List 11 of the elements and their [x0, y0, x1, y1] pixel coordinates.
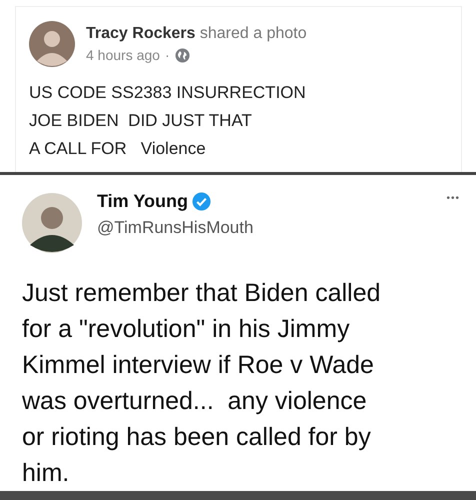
- globe-icon: [174, 48, 190, 62]
- post-time[interactable]: 4 hours ago: [86, 47, 160, 63]
- separator-dot: ·: [164, 47, 170, 63]
- post-action: shared a photo: [200, 25, 307, 42]
- author-name[interactable]: Tracy Rockers: [86, 25, 196, 42]
- user-handle[interactable]: @TimRunsHisMouth: [97, 218, 446, 238]
- tweet-text: Just remember that Biden called for a "revolution" in his Jimmy Kimmel interview if Roe v Wade was overturned... any violence or rioting has been called for by him.: [22, 278, 382, 489]
- more-menu[interactable]: •••: [446, 192, 460, 204]
- user-name[interactable]: Tim Young: [97, 190, 188, 212]
- avatar-icon[interactable]: [22, 192, 82, 253]
- post-text: US CODE SS2383 INSURRECTION JOE BIDEN DID JUST THAT A CALL FOR Violence: [29, 82, 307, 160]
